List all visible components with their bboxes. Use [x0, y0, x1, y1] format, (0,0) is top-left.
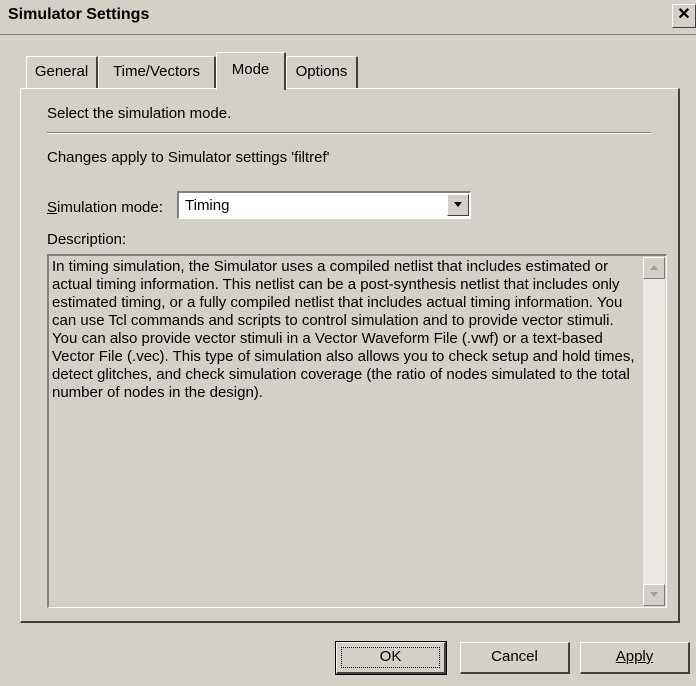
close-icon: ✕	[677, 6, 691, 23]
scroll-up-arrow-icon	[650, 265, 658, 270]
tab-time-vectors[interactable]: Time/Vectors	[98, 56, 216, 88]
label-rest: imulation mode:	[57, 199, 163, 216]
tab-label: Mode	[231, 61, 270, 78]
tab-panel-mode: Select the simulation mode. Changes appl…	[20, 88, 680, 623]
scroll-down-arrow-icon	[650, 592, 658, 597]
description-label: Description:	[47, 231, 127, 248]
cancel-label: Cancel	[491, 648, 538, 665]
mnemonic-letter: S	[47, 199, 58, 216]
dropdown-button[interactable]	[447, 194, 469, 216]
title-bar: Simulator Settings ✕	[0, 0, 696, 35]
tab-general[interactable]: General	[26, 56, 98, 88]
apply-label: Apply	[615, 648, 654, 665]
separator	[47, 132, 651, 134]
description-text: In timing simulation, the Simulator uses…	[52, 258, 635, 401]
selected-mode: Timing	[185, 197, 230, 214]
apply-button[interactable]: Apply	[580, 642, 690, 674]
ok-button[interactable]: OK	[335, 641, 447, 675]
simulation-mode-select[interactable]: Timing	[177, 191, 471, 219]
changes-apply-text: Changes apply to Simulator settings 'fil…	[47, 149, 330, 166]
tab-options[interactable]: Options	[286, 56, 358, 88]
tab-label: General	[34, 63, 89, 80]
tab-label: Time/Vectors	[113, 63, 200, 80]
cancel-button[interactable]: Cancel	[460, 642, 570, 674]
scroll-up-button[interactable]	[643, 257, 665, 279]
tab-label: Options	[295, 63, 348, 80]
chevron-down-icon	[454, 202, 462, 207]
scroll-down-button[interactable]	[643, 584, 665, 606]
instruction-text: Select the simulation mode.	[47, 105, 232, 122]
window-title: Simulator Settings	[8, 6, 150, 23]
description-textarea[interactable]: In timing simulation, the Simulator uses…	[47, 254, 667, 608]
close-button[interactable]: ✕	[672, 4, 696, 28]
focus-rect	[341, 647, 440, 668]
simulation-mode-label: Simulation mode:	[47, 199, 163, 216]
vertical-scrollbar[interactable]	[643, 257, 665, 606]
tab-mode[interactable]: Mode	[216, 52, 286, 90]
